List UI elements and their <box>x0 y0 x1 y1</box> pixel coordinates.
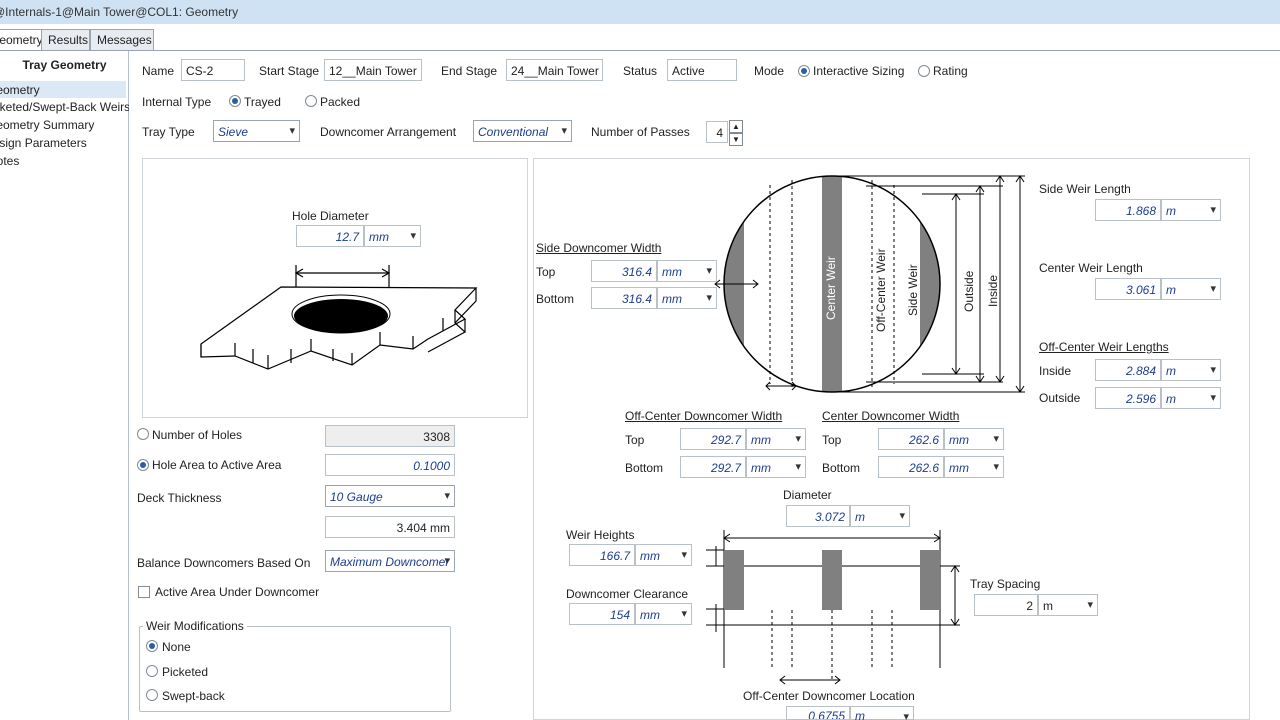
inside-rotated: Inside <box>986 274 1000 307</box>
center-weir-rotated: Center Weir <box>824 256 838 320</box>
diameter-unit[interactable]: m <box>850 505 910 527</box>
center-dc-top-field[interactable]: 262.6 <box>878 428 944 450</box>
offc-weir-rotated: Off-Center Weir <box>874 248 888 332</box>
weir-heights-title: Weir Heights <box>566 528 635 542</box>
side-dc-bottom-field[interactable]: 316.4 <box>591 287 657 309</box>
diameter-field[interactable]: 3.072 <box>786 505 850 527</box>
offc-dc-bottom-unit[interactable]: mm <box>746 456 806 478</box>
offc-outside-field[interactable]: 2.596 <box>1095 387 1161 409</box>
center-dc-top-unit[interactable]: mm <box>944 428 1004 450</box>
offc-dc-top-label: Top <box>625 433 645 447</box>
offc-dc-bottom-field[interactable]: 292.7 <box>680 456 746 478</box>
offc-inside-unit[interactable]: m <box>1161 359 1221 381</box>
center-weir-length-unit[interactable]: m <box>1161 278 1221 300</box>
tray-spacing-unit[interactable]: m <box>1038 594 1098 616</box>
weir-heights-field[interactable]: 166.7 <box>569 544 635 566</box>
weir-heights-unit[interactable]: mm <box>635 544 692 566</box>
center-dc-top-label: Top <box>822 433 842 447</box>
center-dc-width-title: Center Downcomer Width <box>822 409 960 423</box>
offc-dc-top-unit[interactable]: mm <box>746 428 806 450</box>
side-dc-top-unit[interactable]: mm <box>657 260 717 282</box>
diameter-title: Diameter <box>783 488 832 502</box>
offc-dc-width-title: Off-Center Downcomer Width <box>625 409 783 423</box>
dc-clearance-title: Downcomer Clearance <box>566 587 689 601</box>
side-dc-top-label: Top <box>536 265 556 279</box>
tray-spacing-field[interactable]: 2 <box>974 594 1038 616</box>
side-weir-length-field[interactable]: 1.868 <box>1095 199 1161 221</box>
center-weir-length-title: Center Weir Length <box>1039 261 1143 275</box>
center-dc-bottom-field[interactable]: 262.6 <box>878 456 944 478</box>
offc-inside-label: Inside <box>1039 364 1072 378</box>
side-weir-length-title: Side Weir Length <box>1039 182 1131 196</box>
offc-dc-bottom-label: Bottom <box>625 461 664 475</box>
center-dc-bottom-label: Bottom <box>822 461 861 475</box>
offc-dc-location-title: Off-Center Downcomer Location <box>743 689 915 703</box>
offc-outside-label: Outside <box>1039 391 1081 405</box>
side-dc-bottom-label: Bottom <box>536 292 575 306</box>
dc-clearance-field[interactable]: 154 <box>569 603 635 625</box>
center-dc-bottom-unit[interactable]: mm <box>944 456 1004 478</box>
offc-dc-location-field[interactable]: 0.6755 <box>786 706 850 720</box>
offc-dc-top-field[interactable]: 292.7 <box>680 428 746 450</box>
offc-outside-unit[interactable]: m <box>1161 387 1221 409</box>
outside-rotated: Outside <box>962 270 976 312</box>
side-weir-rotated: Side Weir <box>906 264 920 316</box>
center-weir-length-field[interactable]: 3.061 <box>1095 278 1161 300</box>
dc-clearance-unit[interactable]: mm <box>635 603 692 625</box>
offc-weir-lengths-title: Off-Center Weir Lengths <box>1039 340 1169 354</box>
side-dc-top-field[interactable]: 316.4 <box>591 260 657 282</box>
offc-inside-field[interactable]: 2.884 <box>1095 359 1161 381</box>
side-dc-width-title: Side Downcomer Width <box>536 241 662 255</box>
side-dc-bottom-unit[interactable]: mm <box>657 287 717 309</box>
offc-dc-location-unit[interactable]: m <box>850 706 914 720</box>
tray-spacing-title: Tray Spacing <box>970 577 1041 591</box>
side-weir-length-unit[interactable]: m <box>1161 199 1221 221</box>
